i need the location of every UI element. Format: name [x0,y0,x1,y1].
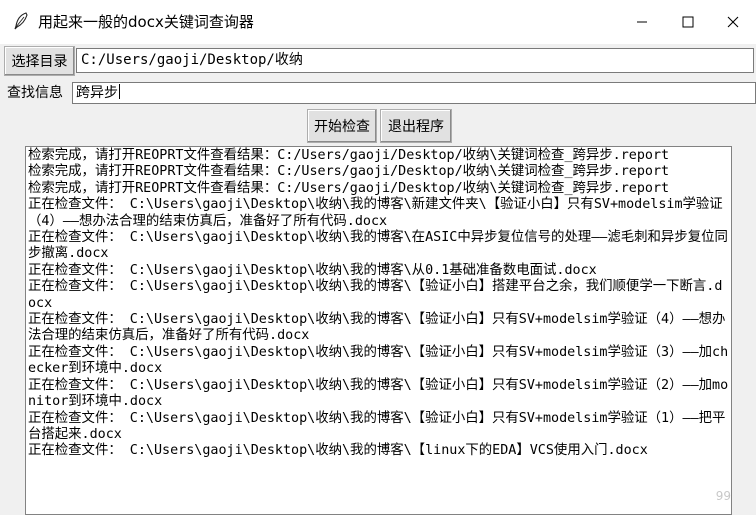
text-caret [119,84,120,99]
log-line: 正在检查文件： C:\Users\gaoji\Desktop\收纳\我的博客\【… [28,410,726,442]
log-output[interactable]: 检索完成，请打开REOPRT文件查看结果：C:/Users/gaoji/Desk… [25,146,732,515]
search-input[interactable]: 跨异步 [72,82,756,104]
log-line: 正在检查文件： C:\Users\gaoji\Desktop\收纳\我的博客\【… [28,443,648,459]
directory-path-field[interactable]: C:/Users/gaoji/Desktop/收纳 [76,48,754,73]
feather-icon [14,12,28,30]
start-check-button[interactable]: 开始检查 [307,109,377,143]
directory-row: 选择目录 C:/Users/gaoji/Desktop/收纳 [0,44,756,78]
maximize-button[interactable] [665,0,711,44]
minimize-button[interactable] [619,0,665,44]
log-line: 正在检查文件： C:\Users\gaoji\Desktop\收纳\我的博客\【… [28,344,729,377]
search-row: 查找信息 跨异步 [0,80,756,106]
log-line: 正在检查文件： C:\Users\gaoji\Desktop\收纳\我的博客\在… [28,230,728,262]
close-icon [727,16,739,28]
close-button[interactable] [710,0,756,44]
window-title: 用起来一般的docx关键词查询器 [38,13,254,31]
log-line: 正在检查文件： C:\Users\gaoji\Desktop\收纳\我的博客\新… [28,197,723,229]
log-line: 正在检查文件： C:\Users\gaoji\Desktop\收纳\我的博客\【… [28,279,723,311]
watermark: 99 [715,489,731,503]
log-line: 正在检查文件： C:\Users\gaoji\Desktop\收纳\我的博客\【… [28,377,729,410]
minimize-icon [637,21,647,23]
log-line: 检索完成，请打开REOPRT文件查看结果：C:/Users/gaoji/Desk… [28,148,670,163]
log-line: 正在检查文件： C:\Users\gaoji\Desktop\收纳\我的博客\【… [28,312,726,344]
exit-program-button[interactable]: 退出程序 [380,109,452,143]
maximize-icon [682,16,694,28]
title-bar: 用起来一般的docx关键词查询器 [0,0,756,44]
select-directory-button[interactable]: 选择目录 [4,46,75,76]
search-label: 查找信息 [7,85,63,101]
search-input-value: 跨异步 [76,85,118,101]
log-line: 检索完成，请打开REOPRT文件查看结果：C:/Users/gaoji/Desk… [28,164,670,180]
log-line: 正在检查文件： C:\Users\gaoji\Desktop\收纳\我的博客\从… [28,262,597,278]
log-line: 检索完成，请打开REOPRT文件查看结果：C:/Users/gaoji/Desk… [28,180,670,196]
